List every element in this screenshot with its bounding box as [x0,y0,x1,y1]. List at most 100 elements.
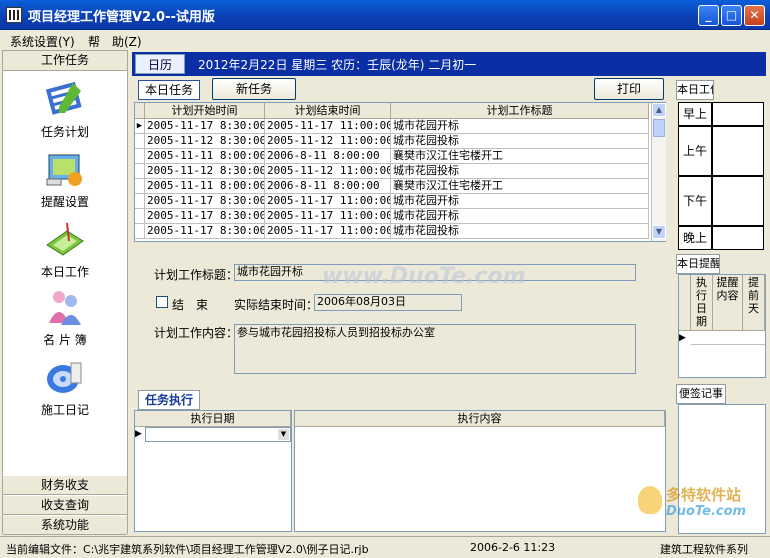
col-header-exec-date[interactable]: 执行日期 [691,275,713,331]
task-detail: 计划工作标题： 城市花园开标 结 束 实际结束时间： 2006年08月03日 计… [132,244,668,384]
right-panel: 本日工作 早上 上午 下午 晚上 本日提醒 执行日期 提醒内容 提前天 ▶ 便签… [638,78,768,534]
grid-corner [679,275,691,331]
reminder-settings-icon [45,149,85,189]
tab-today-tasks[interactable]: 本日任务 [138,80,200,100]
nav-label: 任务计划 [40,125,89,139]
task-exec-panel: 任务执行 执行日期 ▶ ▼ 执行内容 [132,388,668,534]
center-watermark: www.DuoTe.com [322,264,526,289]
nav-finance-button[interactable]: 财务收支 [3,475,127,495]
nav-header[interactable]: 工作任务 [3,51,127,71]
status-bar: 当前编辑文件：C:\兆宇建筑系列软件\项目经理工作管理V2.0\例子日记.rjb… [0,536,770,558]
table-cell[interactable]: 2005-11-17 8:30:00 [145,119,265,134]
scroll-up-arrow[interactable]: ▲ [652,103,666,117]
menu-system-settings[interactable]: 系统设置(Y) [10,33,75,50]
table-cell[interactable]: 2005-11-12 8:30:00 [145,164,265,179]
construction-diary-icon [45,357,85,397]
task-grid: 计划开始时间 计划结束时间 计划工作标题 ▶ 2005-11-17 8:30:00… [134,102,666,242]
task-grid-scrollbar[interactable]: ▲ ▼ [651,103,666,241]
scroll-down-arrow[interactable]: ▼ [652,225,666,239]
row-pointer [135,224,145,239]
table-cell[interactable]: 2005-11-11 8:00:00 [145,149,265,164]
slot-forenoon-cell[interactable] [712,126,764,176]
table-cell[interactable]: 2005-11-12 11:00:00 [265,164,391,179]
slot-afternoon-label: 下午 [678,176,712,226]
actual-end-field[interactable]: 2006年08月03日 [314,294,462,311]
col-header-exec-date[interactable]: 执行日期 [135,411,291,427]
minimize-button[interactable]: _ [698,5,719,26]
menu-help-2[interactable]: 助(Z) [112,33,142,50]
nav-item-construction-diary[interactable]: 施工日记 [3,357,127,418]
slot-morning-cell[interactable] [712,102,764,126]
table-cell[interactable]: 襄樊市汉江住宅楼开工 [391,149,649,164]
reminder-row[interactable] [691,331,765,345]
col-header-start[interactable]: 计划开始时间 [145,103,265,119]
table-cell[interactable]: 城市花园开标 [391,119,649,134]
nav-system-functions-button[interactable]: 系统功能 [3,515,127,535]
table-cell[interactable]: 2005-11-17 11:00:00 [265,224,391,239]
schedule-table: 早上 上午 下午 晚上 [678,102,766,250]
nav-item-reminder-settings[interactable]: 提醒设置 [3,149,127,210]
slot-evening-label: 晚上 [678,226,712,250]
slot-afternoon-cell[interactable] [712,176,764,226]
row-pointer [135,179,145,194]
table-cell[interactable]: 2005-11-17 8:30:00 [145,209,265,224]
tab-today-reminder[interactable]: 本日提醒 [676,254,720,274]
col-header-reminder-content[interactable]: 提醒内容 [713,275,743,331]
status-series: 建筑工程软件系列 [660,543,748,556]
watermark-en: DuoTe.com [666,504,747,519]
contacts-icon [45,287,85,327]
nav-item-task-plan[interactable]: 任务计划 [3,79,127,140]
corner-watermark: 多特软件站 DuoTe.com [638,482,768,530]
nav-item-business-cards[interactable]: 名 片 簿 [3,287,127,348]
window-title: 项目经理工作管理V2.0--试用版 [28,10,215,25]
table-cell[interactable]: 2005-11-11 8:00:00 [145,179,265,194]
nav-item-today-work[interactable]: 本日工作 [3,219,127,280]
tab-task-exec[interactable]: 任务执行 [138,390,200,410]
col-header-end[interactable]: 计划结束时间 [265,103,391,119]
plan-content-field[interactable]: 参与城市花园招投标人员到招投标办公室 [234,324,636,374]
nav-finance-query-button[interactable]: 收支查询 [3,495,127,515]
print-button[interactable]: 打印 [594,78,664,100]
table-cell[interactable]: 2006-8-11 8:00:00 [265,149,391,164]
table-cell[interactable]: 城市花园投标 [391,224,649,239]
table-cell[interactable]: 城市花园开标 [391,209,649,224]
row-pointer [135,209,145,224]
dropdown-arrow-icon[interactable]: ▼ [278,429,289,440]
table-cell[interactable]: 城市花园投标 [391,164,649,179]
calendar-tab[interactable]: 日历 [135,54,185,74]
col-header-exec-content[interactable]: 执行内容 [295,411,665,427]
tab-memo[interactable]: 便签记事 [676,384,726,404]
maximize-button[interactable]: □ [721,5,742,26]
scroll-thumb[interactable] [653,119,665,137]
watermark-logo-icon [638,486,662,514]
reminder-grid: 执行日期 提醒内容 提前天 ▶ [678,274,766,378]
row-pointer: ▶ [135,429,142,439]
table-cell[interactable]: 城市花园开标 [391,194,649,209]
finish-checkbox[interactable] [156,296,168,308]
table-cell[interactable]: 2005-11-17 11:00:00 [265,119,391,134]
table-cell[interactable]: 2005-11-12 8:30:00 [145,134,265,149]
slot-evening-cell[interactable] [712,226,764,250]
col-header-title[interactable]: 计划工作标题 [391,103,649,119]
table-cell[interactable]: 2006-8-11 8:00:00 [265,179,391,194]
left-nav: 工作任务 任务计划 提醒设置 本日工作 名 片 簿 施工日记 财务收支 收支查询… [2,50,128,535]
status-date: 2006-2-6 11:23 [470,541,556,554]
row-pointer [135,149,145,164]
row-pointer [135,134,145,149]
table-cell[interactable]: 襄樊市汉江住宅楼开工 [391,179,649,194]
table-cell[interactable]: 2005-11-17 8:30:00 [145,224,265,239]
close-button[interactable]: ✕ [744,5,765,26]
exec-date-input[interactable]: ▼ [145,427,291,442]
row-pointer: ▶ [679,333,686,343]
tab-today-work[interactable]: 本日工作 [676,80,714,100]
table-cell[interactable]: 2005-11-17 11:00:00 [265,194,391,209]
app-icon[interactable] [6,7,22,23]
table-cell[interactable]: 2005-11-12 11:00:00 [265,134,391,149]
new-task-button[interactable]: 新任务 [212,78,296,100]
table-cell[interactable]: 城市花园投标 [391,134,649,149]
table-cell[interactable]: 2005-11-17 11:00:00 [265,209,391,224]
col-header-days-ahead[interactable]: 提前天 [743,275,765,331]
today-work-icon [45,219,85,259]
menu-help-1[interactable]: 帮 [88,33,100,50]
table-cell[interactable]: 2005-11-17 8:30:00 [145,194,265,209]
